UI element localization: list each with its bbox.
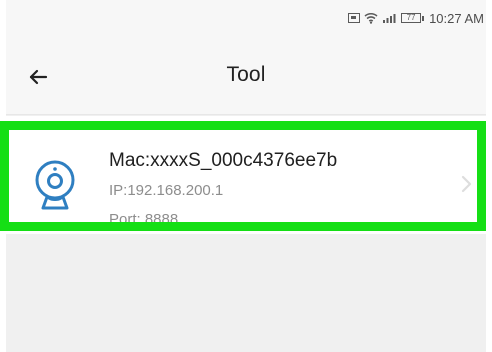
status-icons: 77 10:27 AM (348, 10, 484, 26)
battery-icon: 77 (401, 13, 422, 23)
page-title: Tool (226, 63, 266, 86)
status-bar: 77 10:27 AM (6, 0, 486, 38)
device-list-item[interactable]: Mac:xxxxS_000c4376ee7b IP:192.168.200.1 … (6, 116, 486, 234)
top-app-bar: Tool (6, 38, 486, 115)
device-port: Port: 8888 (109, 211, 179, 228)
signal-icon (382, 12, 397, 24)
device-details: Mac:xxxxS_000c4376ee7b IP:192.168.200.1 … (109, 150, 449, 229)
webcam-icon (35, 160, 75, 210)
battery-indicator: 77 (401, 13, 425, 23)
device-list-area: Mac:xxxxS_000c4376ee7b IP:192.168.200.1 … (6, 115, 486, 352)
wifi-icon (364, 12, 378, 24)
device-mac-address: Mac:xxxxS_000c4376ee7b (109, 150, 338, 171)
device-ip-address: IP:192.168.200.1 (109, 182, 224, 199)
sim-card-icon (348, 13, 361, 23)
battery-cap (422, 15, 425, 21)
status-time: 10:27 AM (429, 10, 484, 26)
chevron-right-icon (461, 175, 472, 193)
app-screen: 77 10:27 AM Tool Mac:xxxxS_000c4376ee7b … (6, 0, 486, 352)
